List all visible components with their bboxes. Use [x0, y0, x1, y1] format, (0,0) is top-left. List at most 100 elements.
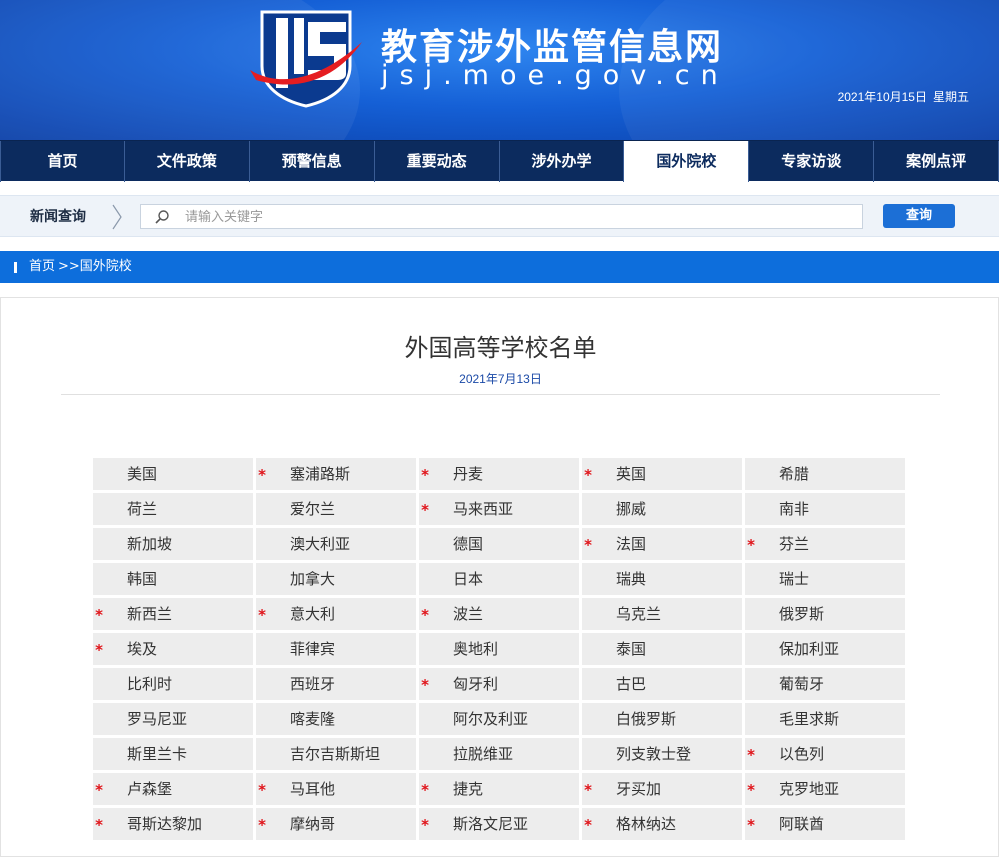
country-name: 格林纳达 — [616, 815, 677, 833]
country-cell: 澳大利亚 — [256, 528, 416, 560]
country-cell: 日本 — [419, 563, 579, 595]
country-name: 英国 — [616, 465, 647, 483]
country-cell: 比利时 — [93, 668, 253, 700]
article-date: 2021年7月13日 — [459, 372, 542, 386]
asterisk-icon: * — [747, 536, 755, 554]
country-cell: * 克罗地亚 — [745, 773, 905, 805]
country-name: 新西兰 — [127, 605, 173, 623]
current-date: 2021年10月15日 星期五 — [838, 88, 969, 105]
nav-item-news[interactable]: 重要动态 — [375, 141, 500, 182]
site-logo-icon[interactable] — [250, 8, 370, 108]
country-cell: * 牙买加 — [582, 773, 742, 805]
country-cell: * 波兰 — [419, 598, 579, 630]
date-text: 2021年10月15日 — [837, 90, 927, 104]
country-cell: 保加利亚 — [745, 633, 905, 665]
country-name: 列支敦士登 — [616, 745, 692, 763]
country-name: 埃及 — [127, 640, 158, 658]
country-name: 哥斯达黎加 — [127, 815, 203, 833]
search-button[interactable]: 查询 — [883, 204, 955, 228]
asterisk-icon: * — [258, 606, 266, 624]
country-cell: 瑞典 — [582, 563, 742, 595]
asterisk-icon: * — [421, 606, 429, 624]
country-cell: 美国 — [93, 458, 253, 490]
nav-item-policy[interactable]: 文件政策 — [125, 141, 250, 182]
country-name: 韩国 — [127, 570, 158, 588]
country-name: 马来西亚 — [453, 500, 514, 518]
search-input[interactable] — [185, 205, 855, 228]
country-name: 比利时 — [127, 675, 173, 693]
country-name: 意大利 — [290, 605, 336, 623]
country-cell: * 法国 — [582, 528, 742, 560]
country-cell: 乌克兰 — [582, 598, 742, 630]
country-cell: 喀麦隆 — [256, 703, 416, 735]
country-name: 菲律宾 — [290, 640, 336, 658]
country-cell: * 哥斯达黎加 — [93, 808, 253, 840]
country-cell: 新加坡 — [93, 528, 253, 560]
asterisk-icon: * — [584, 816, 592, 834]
asterisk-icon: * — [258, 816, 266, 834]
country-cell: * 捷克 — [419, 773, 579, 805]
country-cell: * 阿联酋 — [745, 808, 905, 840]
country-name: 摩纳哥 — [290, 815, 336, 833]
article-panel: 外国高等学校名单 2021年7月13日 美国 * 塞浦路斯 * 丹麦 * 英国 希腊 荷兰 爱尔兰… — [0, 297, 999, 857]
country-name: 保加利亚 — [779, 640, 840, 658]
country-name: 斯洛文尼亚 — [453, 815, 529, 833]
country-cell: * 斯洛文尼亚 — [419, 808, 579, 840]
nav-item-warnings[interactable]: 预警信息 — [250, 141, 375, 182]
country-name: 捷克 — [453, 780, 484, 798]
country-name: 新加坡 — [127, 535, 173, 553]
country-cell: * 埃及 — [93, 633, 253, 665]
country-cell: 奥地利 — [419, 633, 579, 665]
country-name: 罗马尼亚 — [127, 710, 188, 728]
site-header-banner: 教育涉外监管信息网 jsj.moe.gov.cn 2021年10月15日 星期五 — [0, 0, 999, 140]
country-name: 塞浦路斯 — [290, 465, 351, 483]
country-name: 挪威 — [616, 500, 647, 518]
asterisk-icon: * — [421, 466, 429, 484]
country-list: 美国 * 塞浦路斯 * 丹麦 * 英国 希腊 荷兰 爱尔兰 * 马来西亚 挪威 南非 新加坡 澳大利亚 德国 * 法… — [93, 458, 905, 840]
country-name: 德国 — [453, 535, 484, 553]
country-cell: 罗马尼亚 — [93, 703, 253, 735]
country-name: 澳大利亚 — [290, 535, 351, 553]
country-name: 以色列 — [779, 745, 825, 763]
country-cell: * 英国 — [582, 458, 742, 490]
nav-item-case-reviews[interactable]: 案例点评 — [874, 141, 999, 182]
country-cell: * 匈牙利 — [419, 668, 579, 700]
country-cell: 葡萄牙 — [745, 668, 905, 700]
country-cell: 拉脱维亚 — [419, 738, 579, 770]
nav-item-expert-interviews[interactable]: 专家访谈 — [749, 141, 875, 182]
country-name: 乌克兰 — [616, 605, 662, 623]
country-name: 白俄罗斯 — [616, 710, 677, 728]
country-name: 牙买加 — [616, 780, 662, 798]
country-cell: 德国 — [419, 528, 579, 560]
asterisk-icon: * — [421, 676, 429, 694]
breadcrumb-current: >>国外院校 — [58, 259, 132, 274]
country-cell: 挪威 — [582, 493, 742, 525]
country-cell: * 意大利 — [256, 598, 416, 630]
country-cell: * 以色列 — [745, 738, 905, 770]
country-cell: 古巴 — [582, 668, 742, 700]
country-cell: * 马耳他 — [256, 773, 416, 805]
country-name: 南非 — [779, 500, 810, 518]
asterisk-icon: * — [747, 746, 755, 764]
asterisk-icon: * — [584, 781, 592, 799]
country-cell: 加拿大 — [256, 563, 416, 595]
nav-item-home[interactable]: 首页 — [0, 141, 125, 182]
nav-item-foreign-institutions[interactable]: 国外院校 — [624, 141, 750, 182]
country-cell: * 芬兰 — [745, 528, 905, 560]
country-cell: * 塞浦路斯 — [256, 458, 416, 490]
country-cell: * 丹麦 — [419, 458, 579, 490]
country-cell: 斯里兰卡 — [93, 738, 253, 770]
asterisk-icon: * — [95, 641, 103, 659]
country-name: 芬兰 — [779, 535, 810, 553]
main-nav: 首页 文件政策 预警信息 重要动态 涉外办学 国外院校 专家访谈 案例点评 — [0, 140, 999, 182]
country-name: 丹麦 — [453, 465, 484, 483]
nav-item-foreign-schooling[interactable]: 涉外办学 — [500, 141, 625, 182]
country-cell: 阿尔及利亚 — [419, 703, 579, 735]
country-name: 匈牙利 — [453, 675, 499, 693]
country-cell: 泰国 — [582, 633, 742, 665]
country-cell: * 格林纳达 — [582, 808, 742, 840]
country-name: 葡萄牙 — [779, 675, 825, 693]
breadcrumb-home-link[interactable]: 首页 — [29, 251, 55, 283]
country-cell: * 摩纳哥 — [256, 808, 416, 840]
country-name: 加拿大 — [290, 570, 336, 588]
